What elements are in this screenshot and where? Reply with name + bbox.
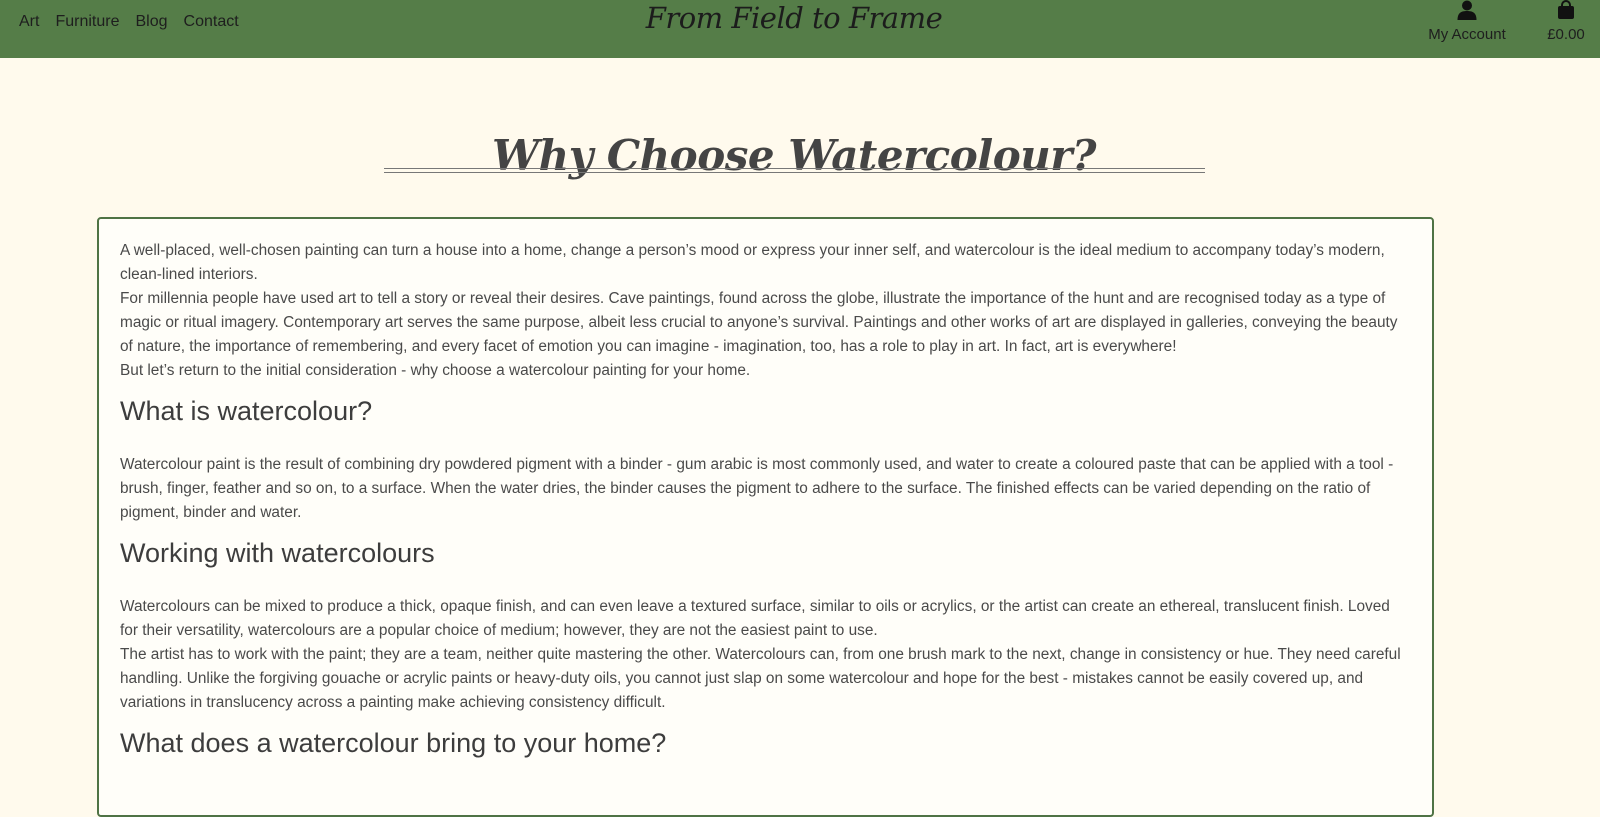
section-paragraph: Watercolours can be mixed to produce a t… bbox=[120, 598, 1390, 639]
article-content: A well-placed, well-chosen painting can … bbox=[99, 219, 1432, 761]
brand-logo[interactable]: From Field to Frame bbox=[0, 0, 1588, 36]
intro-paragraph: But let’s return to the initial consider… bbox=[120, 362, 751, 379]
my-account-label: My Account bbox=[1428, 26, 1506, 43]
user-icon bbox=[1457, 0, 1477, 20]
section-heading: What does a watercolour bring to your ho… bbox=[120, 728, 667, 758]
shopping-bag-icon bbox=[1558, 0, 1574, 19]
section-heading: What is watercolour? bbox=[120, 396, 373, 426]
cart-total: £0.00 bbox=[1547, 26, 1585, 43]
intro-paragraph: For millennia people have used art to te… bbox=[120, 290, 1398, 355]
article-card: A well-placed, well-chosen painting can … bbox=[97, 217, 1434, 817]
my-account-link[interactable]: My Account bbox=[1412, 0, 1522, 44]
cart-link[interactable]: £0.00 bbox=[1538, 0, 1594, 44]
section-heading: Working with watercolours bbox=[120, 538, 435, 568]
title-divider bbox=[384, 168, 1205, 173]
section-paragraph: Watercolour paint is the result of combi… bbox=[120, 456, 1394, 521]
site-header: Art Furniture Blog Contact From Field to… bbox=[0, 0, 1600, 58]
page-title: Why Choose Watercolour? bbox=[491, 131, 1097, 181]
section-paragraph: The artist has to work with the paint; t… bbox=[120, 646, 1401, 711]
intro-paragraph: A well-placed, well-chosen painting can … bbox=[120, 242, 1385, 283]
